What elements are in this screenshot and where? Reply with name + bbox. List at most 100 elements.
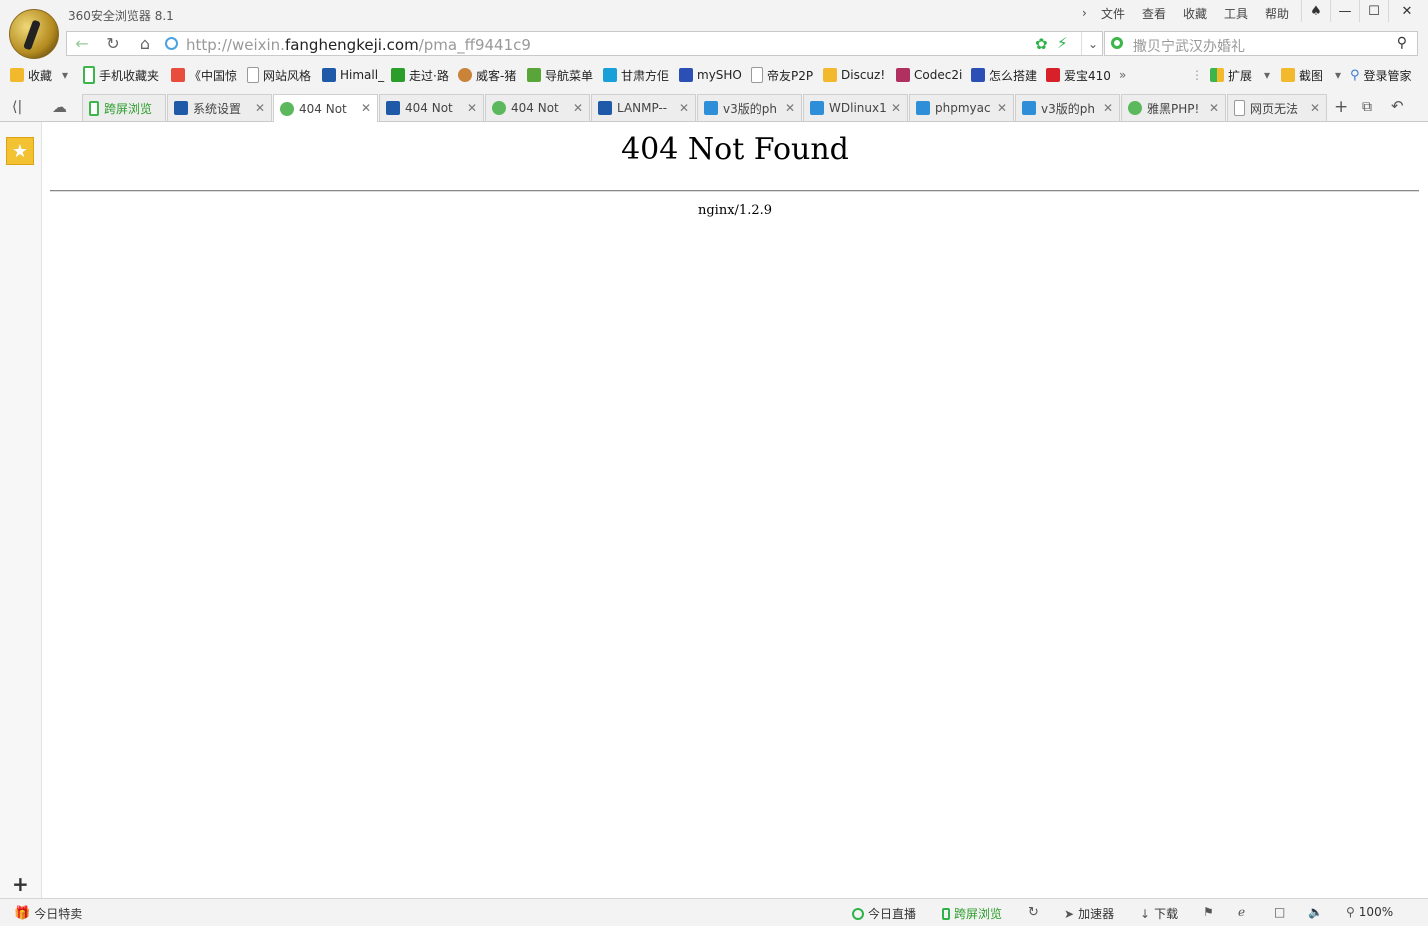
new-tab-button[interactable]: + [1334,97,1348,117]
tab-page-unavailable[interactable]: 网页无法 ✕ [1227,94,1327,121]
menu-view[interactable]: 查看 [1142,4,1166,22]
tab-404[interactable]: 404 Not ✕ [379,94,484,121]
close-tab-icon[interactable]: ✕ [785,101,795,115]
sidebar-toggle-icon[interactable]: ⟨| [12,99,22,115]
scissors-icon [1281,68,1295,82]
tab-phpmyadmin[interactable]: phpmyac ✕ [909,94,1014,121]
tab-404[interactable]: 404 Not ✕ [485,94,590,121]
cross-screen-link[interactable]: 跨屏浏览 [942,905,1002,922]
close-tab-icon[interactable]: ✕ [1209,101,1219,115]
maximize-button[interactable]: ☐ [1359,0,1388,22]
bookmark-item[interactable]: Codec2i [896,66,962,84]
close-tab-icon[interactable]: ✕ [679,101,689,115]
tab-404-active[interactable]: 404 Not ✕ [273,94,378,122]
menu-file[interactable]: 文件 [1101,4,1125,22]
codec-icon [896,68,910,82]
close-tab-icon[interactable]: ✕ [255,101,265,115]
search-engine-icon[interactable] [1111,37,1123,49]
play-icon [852,907,864,920]
bookmark-item[interactable]: 手机收藏夹 [83,66,159,84]
page-icon [247,67,259,83]
bookmark-item[interactable]: 怎么搭建 [971,66,1037,84]
skin-icon[interactable]: ♠ [1301,0,1330,22]
favorites-menu[interactable]: 收藏 ▾ [10,66,68,84]
window-icon[interactable]: □ [1274,905,1285,919]
accelerator-button[interactable]: ➤ 加速器 [1064,905,1114,922]
menu-arrow-icon[interactable]: › [1082,4,1087,22]
extensions-menu[interactable]: 扩展 ▾ [1210,66,1270,84]
bookmark-item[interactable]: 导航菜单 [527,66,593,84]
login-manager[interactable]: ⚲ 登录管家 [1350,66,1412,84]
close-tab-icon[interactable]: ✕ [1310,101,1320,115]
site-info-icon[interactable] [165,37,178,50]
menu-tools[interactable]: 工具 [1224,4,1248,22]
bookmark-item[interactable]: Discuz! [823,66,885,84]
tab-list-icon[interactable]: ⧉ [1362,99,1372,115]
paw-icon [679,68,693,82]
search-input[interactable]: 撒贝宁武汉办婚礼 [1133,36,1245,56]
sidebar-add-button[interactable]: + [12,872,29,896]
bookmark-item[interactable]: mySHO [679,66,742,84]
wdcp-icon [174,101,188,115]
address-bar[interactable]: ← ↻ ⌂ http://weixin.fanghengkeji.com/pma… [66,31,1103,56]
bookmark-item[interactable]: 爱宝410 [1046,66,1111,84]
wdcp-icon [386,101,400,115]
menu-help[interactable]: 帮助 [1265,4,1289,22]
speed-mode-icon[interactable]: ⚡ [1057,34,1068,52]
bookmark-item[interactable]: 帝友P2P [751,66,813,84]
bookmark-item[interactable]: 甘肃方佢 [603,66,669,84]
close-tab-icon[interactable]: ✕ [1103,101,1113,115]
cloud-icon[interactable]: ☁ [52,98,67,116]
tab-wdlinux[interactable]: WDlinux1 ✕ [803,94,908,121]
zoom-control[interactable]: ⚲ 100% [1346,905,1393,919]
refresh-icon[interactable]: ↻ [98,32,128,55]
bookmark-item[interactable]: 威客-猪 [458,66,516,84]
close-tab-icon[interactable]: ✕ [573,101,583,115]
phone-icon [89,100,99,116]
wd-icon [704,101,718,115]
deals-link[interactable]: 🎁 今日特卖 [14,905,82,922]
volume-icon[interactable]: 🔈 [1308,905,1323,919]
url-dropdown-icon[interactable]: ⌄ [1081,32,1104,55]
tab-yahei-php[interactable]: 雅黑PHP! ✕ [1121,94,1226,121]
page-heading: 404 Not Found [621,132,849,167]
wd-icon [916,101,930,115]
favorites-star-icon[interactable]: ★ [6,137,34,165]
menu-favorites[interactable]: 收藏 [1183,4,1207,22]
search-icon[interactable]: ⚲ [1397,35,1407,51]
undo-close-icon[interactable]: ↶ [1391,97,1404,115]
ie-icon[interactable]: ℯ [1238,905,1245,919]
browser-logo-avatar[interactable] [9,9,59,59]
close-window-button[interactable]: ✕ [1388,0,1425,22]
back-icon[interactable]: ← [67,32,97,55]
close-tab-icon[interactable]: ✕ [997,101,1007,115]
close-tab-icon[interactable]: ✕ [467,101,477,115]
bookmark-item[interactable]: Himall_ [322,66,384,84]
bookmark-item[interactable]: 《中国惊 [171,66,237,84]
close-tab-icon[interactable]: ✕ [891,101,901,115]
download-button[interactable]: ↓ 下载 [1140,905,1178,922]
screenshot-menu[interactable]: 截图 ▾ [1281,66,1341,84]
more-bookmarks-icon[interactable]: » [1119,66,1126,84]
close-tab-icon[interactable]: ✕ [361,101,371,115]
live-link[interactable]: 今日直播 [852,905,916,922]
tab-v3[interactable]: v3版的ph ✕ [697,94,802,121]
walk-icon [391,68,405,82]
home-icon[interactable]: ⌂ [130,32,160,55]
url-text[interactable]: http://weixin.fanghengkeji.com/pma_ff944… [186,36,531,54]
minimize-button[interactable]: — [1330,0,1359,22]
tab-cross-screen[interactable]: 跨屏浏览 [82,94,166,121]
bookmark-item[interactable]: 网站风格 [247,66,311,84]
monkey-icon [458,68,472,82]
wechat-icon [1128,101,1142,115]
security-shield-icon[interactable]: ✿ [1035,35,1048,53]
bookmark-item[interactable]: 走过·路 [391,66,449,84]
tab-lanmp[interactable]: LANMP-- ✕ [591,94,696,121]
tab-system-settings[interactable]: 系统设置 ✕ [167,94,272,121]
divider [50,190,1419,192]
tab-v3[interactable]: v3版的ph ✕ [1015,94,1120,121]
wdcp-icon [598,101,612,115]
search-box[interactable]: 撒贝宁武汉办婚礼 ⚲ [1104,31,1418,56]
flag-icon[interactable]: ⚑ [1203,905,1214,919]
clean-icon[interactable]: ↻ [1028,905,1039,920]
